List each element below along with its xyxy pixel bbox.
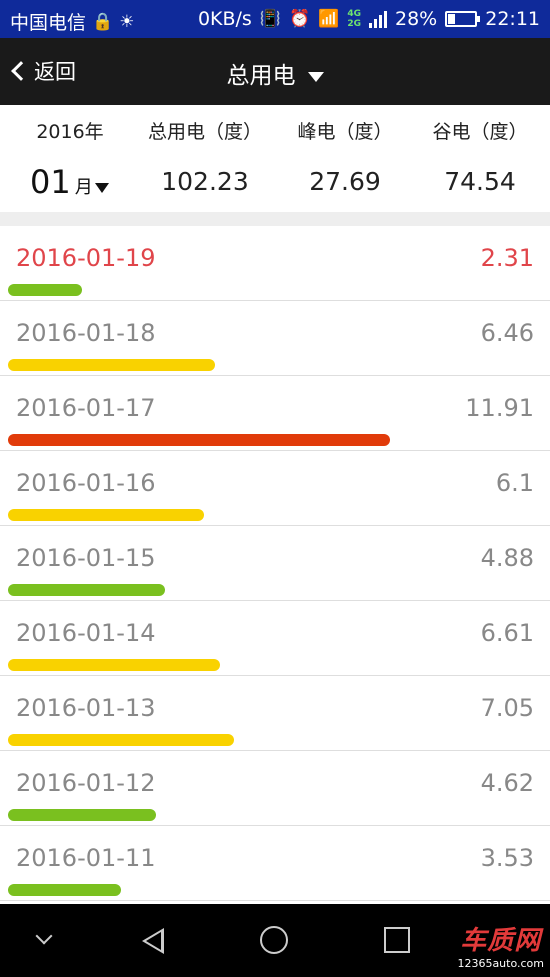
dropdown-triangle-icon — [94, 183, 109, 193]
month-number: 01 — [30, 163, 71, 201]
list-item[interactable]: 2016-01-19 2.31 — [0, 226, 550, 301]
day-usage-value: 6.61 — [480, 619, 534, 647]
net-4g-label: 4G — [347, 9, 361, 19]
day-usage-value: 6.46 — [480, 319, 534, 347]
signal-icon — [369, 10, 387, 28]
day-usage-value: 6.1 — [495, 469, 534, 497]
vibrate-icon: 📳 — [259, 9, 281, 29]
day-usage-value: 4.62 — [480, 769, 534, 797]
usage-bar — [8, 434, 390, 446]
page-title: 总用电 — [226, 63, 296, 89]
alarm-icon: ⏰ — [289, 9, 311, 29]
valley-usage-value: 74.54 — [444, 167, 516, 196]
sun-icon: ☀ — [119, 11, 135, 32]
app-header: 返回 总用电 — [0, 38, 550, 105]
peak-usage-value: 27.69 — [309, 167, 381, 196]
usage-bar — [8, 359, 215, 371]
day-date: 2016-01-12 — [16, 769, 156, 797]
lock-icon: 🔒 — [92, 11, 114, 32]
day-date: 2016-01-16 — [16, 469, 156, 497]
network-speed: 0KB/s — [197, 8, 252, 30]
nav-home-icon[interactable] — [260, 926, 288, 954]
dropdown-triangle-icon — [307, 71, 324, 82]
list-item[interactable]: 2016-01-18 6.46 — [0, 301, 550, 376]
day-date: 2016-01-19 — [16, 244, 156, 272]
nav-back-icon[interactable] — [142, 928, 164, 954]
list-item[interactable]: 2016-01-13 7.05 — [0, 676, 550, 751]
total-usage-header: 总用电（度） — [147, 121, 262, 143]
day-usage-value: 4.88 — [480, 544, 534, 572]
usage-bar — [8, 659, 220, 671]
hide-nav-icon[interactable] — [35, 927, 53, 945]
day-date: 2016-01-14 — [16, 619, 156, 647]
usage-bar — [8, 284, 82, 296]
day-date: 2016-01-17 — [16, 394, 156, 422]
watermark-brand: 车质网 — [460, 926, 542, 956]
day-date: 2016-01-11 — [16, 844, 156, 872]
daily-usage-list[interactable]: 2016-01-19 2.31 2016-01-18 6.46 2016-01-17 11… — [0, 226, 550, 904]
system-nav-bar: 车质网 12365auto.com — [0, 904, 550, 977]
clock-time: 22:11 — [485, 8, 540, 30]
usage-bar — [8, 884, 121, 896]
usage-bar — [8, 584, 165, 596]
watermark-logo: 车质网 12365auto.com — [457, 920, 544, 970]
status-bar: 中国电信 🔒 ☀ 0KB/s 📳 ⏰ 📶 4G 2G 28% 22:11 — [0, 0, 550, 38]
network-type-badge: 4G 2G — [347, 9, 361, 29]
day-usage-value: 7.05 — [480, 694, 534, 722]
usage-bar — [8, 734, 234, 746]
usage-bar — [8, 509, 204, 521]
nav-recent-icon[interactable] — [384, 927, 410, 953]
battery-icon — [445, 11, 481, 27]
day-date: 2016-01-13 — [16, 694, 156, 722]
year-label: 2016年 — [36, 121, 104, 143]
wifi-icon: 📶 — [318, 9, 340, 29]
total-usage-value: 102.23 — [161, 167, 249, 196]
day-date: 2016-01-18 — [16, 319, 156, 347]
summary-panel: 2016年 总用电（度） 峰电（度） 谷电（度） 01 月 102.23 27.… — [0, 105, 550, 212]
month-unit: 月 — [74, 177, 93, 198]
title-dropdown[interactable]: 总用电 — [0, 56, 550, 90]
month-selector[interactable]: 01 月 — [30, 163, 109, 201]
list-item[interactable]: 2016-01-12 4.62 — [0, 751, 550, 826]
usage-bar — [8, 809, 156, 821]
section-divider — [0, 212, 550, 226]
list-item[interactable]: 2016-01-11 3.53 — [0, 826, 550, 901]
day-usage-value: 3.53 — [480, 844, 534, 872]
list-item[interactable]: 2016-01-17 11.91 — [0, 376, 550, 451]
list-item[interactable]: 2016-01-14 6.61 — [0, 601, 550, 676]
carrier-name: 中国电信 — [10, 12, 87, 34]
list-item[interactable]: 2016-01-15 4.88 — [0, 526, 550, 601]
day-date: 2016-01-15 — [16, 544, 156, 572]
battery-percent: 28% — [395, 8, 438, 30]
net-2g-label: 2G — [347, 19, 361, 29]
valley-usage-header: 谷电（度） — [432, 121, 528, 143]
day-usage-value: 11.91 — [465, 394, 534, 422]
watermark-url: 12365auto.com — [457, 957, 544, 970]
day-usage-value: 2.31 — [480, 244, 534, 272]
list-item[interactable]: 2016-01-16 6.1 — [0, 451, 550, 526]
peak-usage-header: 峰电（度） — [297, 121, 393, 143]
